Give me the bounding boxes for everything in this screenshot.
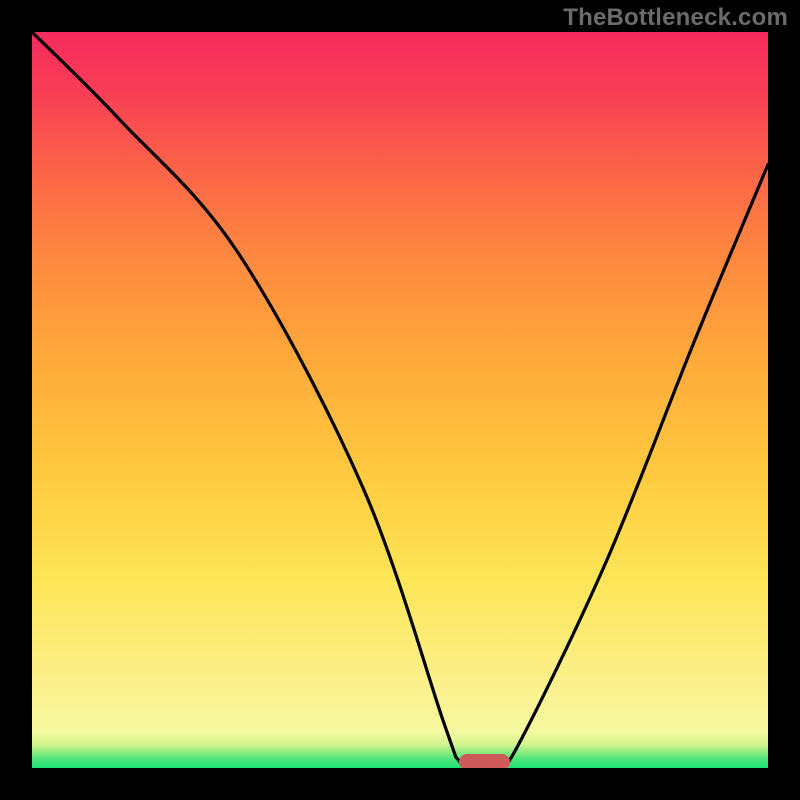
optimal-marker bbox=[459, 754, 511, 768]
watermark-text: TheBottleneck.com bbox=[563, 4, 788, 32]
curve-svg bbox=[32, 32, 768, 768]
chart-frame: TheBottleneck.com bbox=[0, 0, 800, 800]
plot-area bbox=[32, 32, 768, 768]
bottleneck-curve-path bbox=[32, 32, 768, 768]
